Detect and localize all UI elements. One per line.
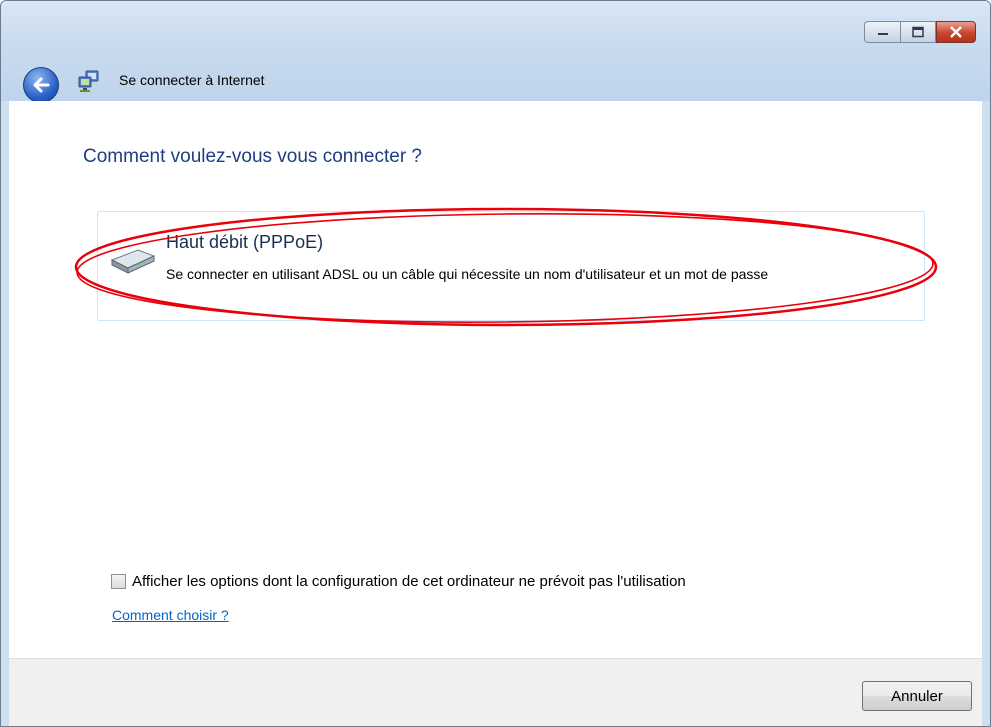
title-bar: Se connecter à Internet [1, 1, 990, 103]
network-connection-icon [78, 70, 99, 92]
minimize-button[interactable] [864, 21, 900, 43]
page-heading: Comment voulez-vous vous connecter ? [83, 146, 422, 167]
close-icon [950, 26, 962, 38]
show-options-label: Afficher les options dont la configurati… [132, 573, 686, 590]
show-options-checkbox[interactable] [111, 574, 126, 589]
maximize-icon [912, 26, 924, 38]
window-title: Se connecter à Internet [119, 72, 265, 88]
option-title: Haut débit (PPPoE) [166, 232, 324, 252]
show-options-row[interactable]: Afficher les options dont la configurati… [111, 573, 686, 590]
back-button[interactable] [23, 67, 59, 103]
modem-icon [110, 249, 156, 274]
wizard-window: Se connecter à Internet Comment voulez-v… [0, 0, 991, 727]
minimize-icon [877, 33, 888, 35]
help-link[interactable]: Comment choisir ? [112, 607, 229, 623]
wizard-content: Comment voulez-vous vous connecter ? Hau… [9, 101, 982, 658]
cancel-button[interactable]: Annuler [862, 681, 972, 711]
option-description: Se connecter en utilisant ADSL ou un câb… [166, 266, 769, 282]
back-arrow-icon [33, 77, 50, 93]
maximize-button[interactable] [900, 21, 936, 43]
wizard-footer: Annuler [9, 658, 982, 726]
close-button[interactable] [936, 21, 976, 43]
option-pppoe[interactable]: Haut débit (PPPoE) Se connecter en utili… [97, 211, 925, 321]
caption-buttons [864, 21, 976, 43]
